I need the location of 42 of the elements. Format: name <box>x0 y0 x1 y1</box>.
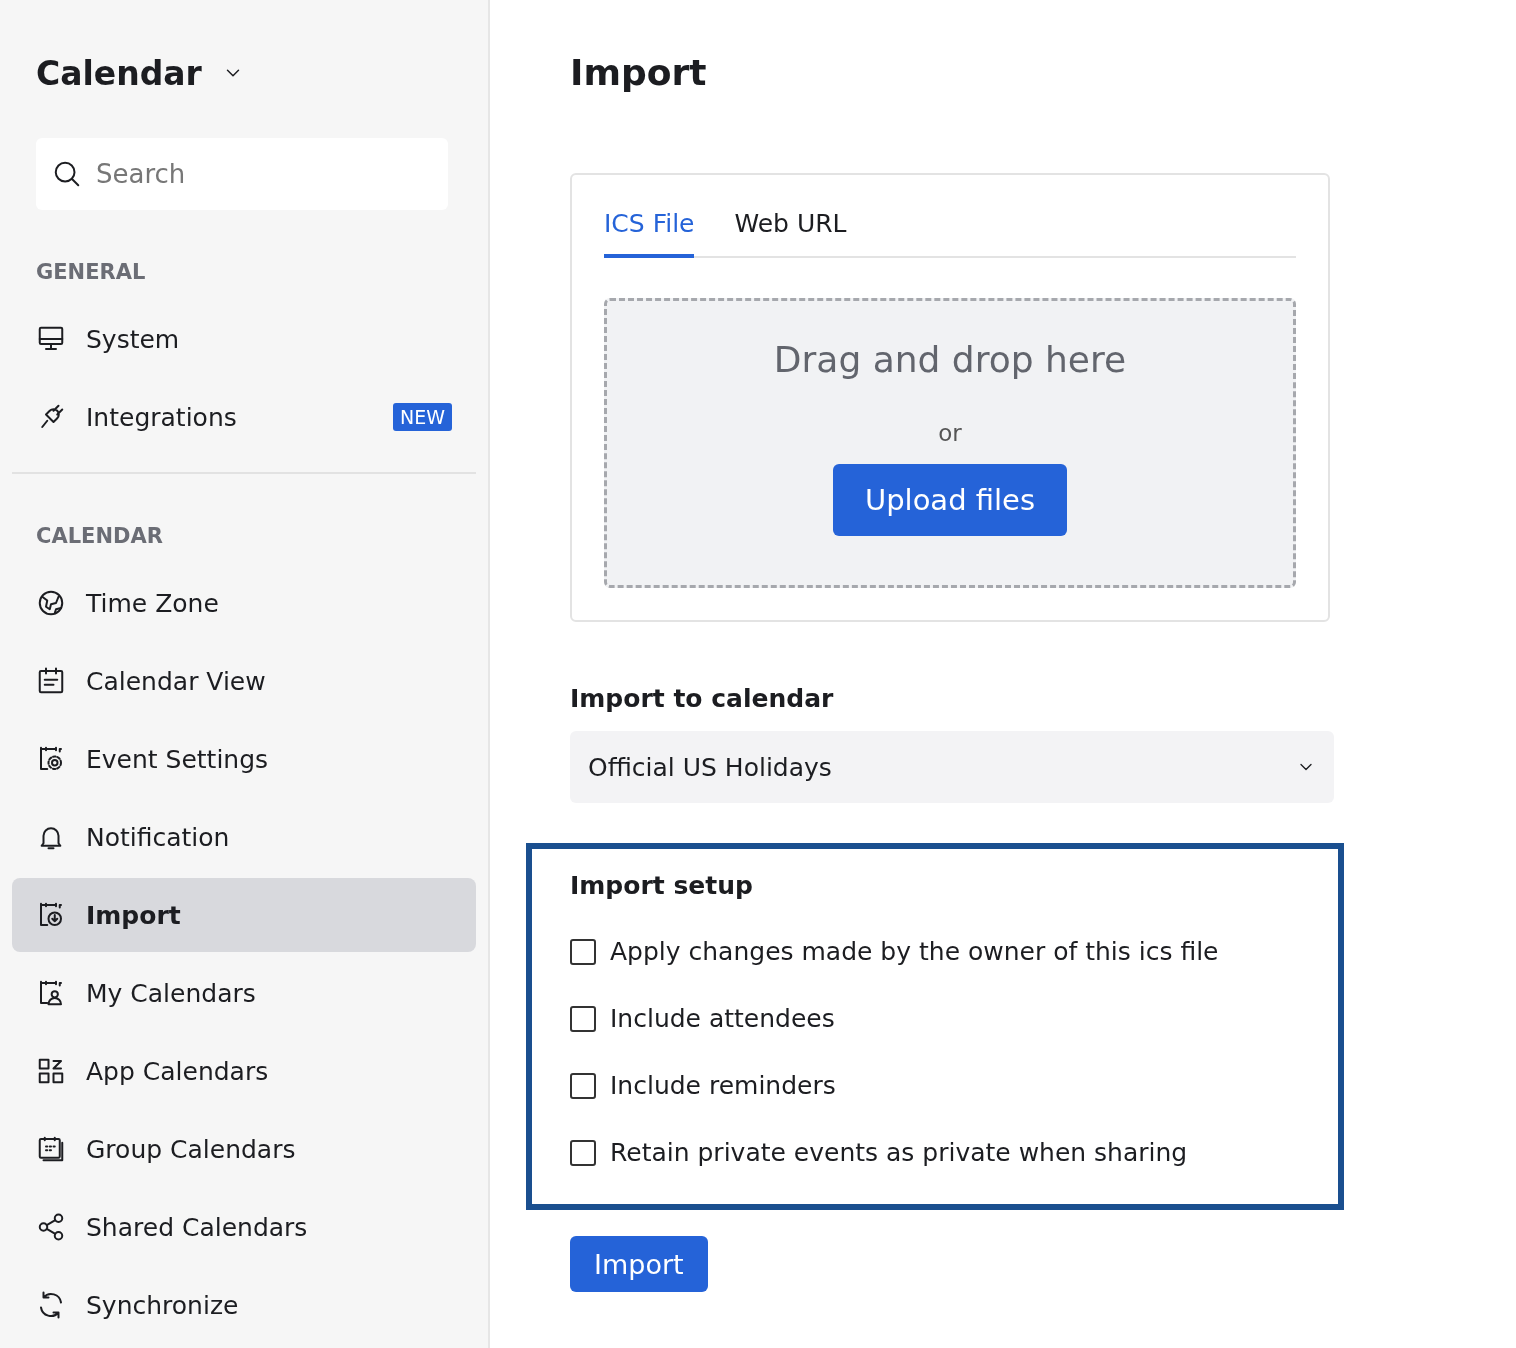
section-heading: GENERAL <box>36 260 147 284</box>
sidebar-item[interactable]: Integrations NEW <box>12 380 476 454</box>
sidebar-item[interactable]: System <box>12 302 476 376</box>
search-field[interactable]: Search <box>36 138 448 210</box>
sidebar-item[interactable]: Import <box>12 878 476 952</box>
checkbox-label: Include reminders <box>610 1071 836 1100</box>
import-button[interactable]: Import <box>570 1236 708 1292</box>
sidebar-item[interactable]: Synchronize <box>12 1268 476 1342</box>
sidebar-item[interactable]: Time Zone <box>12 566 476 640</box>
sidebar-item[interactable]: Notification <box>12 800 476 874</box>
section-title: Import setup <box>570 871 754 900</box>
upload-button[interactable]: Upload files <box>832 464 1068 536</box>
checkbox-label: Apply changes made by the owner of this ics file <box>610 937 1219 966</box>
share-icon <box>36 1212 66 1242</box>
globe-icon <box>36 588 66 618</box>
sidebar-item[interactable]: Group Calendars <box>12 1112 476 1186</box>
drop-zone[interactable]: Drag and drop here or Upload files <box>604 298 1296 588</box>
or-text: or <box>938 420 962 446</box>
sidebar-item[interactable]: Event Settings <box>12 722 476 796</box>
app-grid-icon <box>36 1056 66 1086</box>
stacked-calendar-icon <box>36 1134 66 1164</box>
drop-text: Drag and drop here <box>773 339 1127 380</box>
sidebar-item[interactable]: My Calendars <box>12 956 476 1030</box>
calendar-select[interactable]: Official US Holidays <box>570 731 1334 803</box>
search-icon <box>52 159 82 189</box>
tab[interactable]: ICS File <box>604 203 695 258</box>
checkbox[interactable] <box>570 1139 596 1166</box>
checkbox[interactable] <box>570 938 596 965</box>
checkbox[interactable] <box>570 1072 596 1099</box>
new-badge: NEW <box>393 403 452 431</box>
section-heading: CALENDAR <box>36 524 164 548</box>
page-title: Import <box>570 52 708 93</box>
sidebar-item[interactable]: Shared Calendars <box>12 1190 476 1264</box>
field-label: Import to calendar <box>570 684 835 713</box>
checkbox-label: Include attendees <box>610 1004 835 1033</box>
checkbox-label: Retain private events as private when sharing <box>610 1138 1188 1167</box>
sidebar-item[interactable]: App Calendars <box>12 1034 476 1108</box>
app-title: Calendar <box>36 53 202 93</box>
sidebar-item[interactable]: Calendar View <box>12 644 476 718</box>
tab[interactable]: Web URL <box>734 203 847 258</box>
checkbox[interactable] <box>570 1005 596 1032</box>
calendar-icon <box>36 666 66 696</box>
